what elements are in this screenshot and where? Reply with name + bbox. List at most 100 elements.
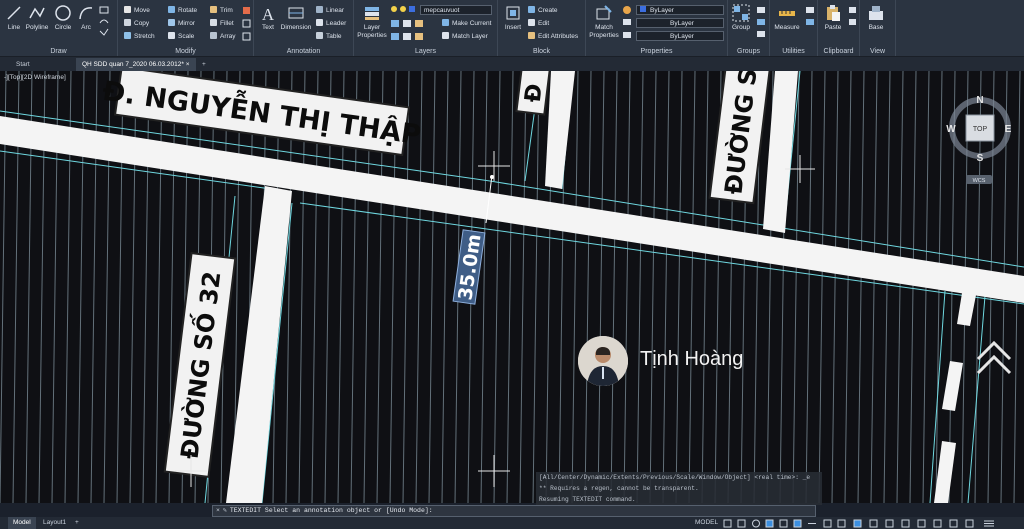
- color-dropdown[interactable]: ByLayer: [636, 5, 724, 15]
- compass-south[interactable]: S: [977, 153, 984, 164]
- table-icon: [316, 32, 323, 39]
- layer-state-icons: [391, 6, 415, 12]
- leader-button[interactable]: Leader: [316, 19, 346, 29]
- polyline-icon: [29, 7, 45, 19]
- lineweight-dropdown[interactable]: ByLayer: [636, 31, 724, 41]
- match-layer-icon: [442, 32, 449, 39]
- parcel-hatch: [0, 71, 1021, 503]
- insert-button[interactable]: Insert: [501, 4, 525, 32]
- group-tools-icons[interactable]: [755, 5, 767, 41]
- drawing-canvas[interactable]: Đ. NGUYỄN THỊ THẬP ĐƯỜNG SỐ 32 ĐƯỜNG SỐ …: [0, 71, 1024, 503]
- compass-west[interactable]: W: [946, 124, 956, 135]
- add-layout-button[interactable]: +: [70, 517, 84, 529]
- tab-model[interactable]: Model: [8, 517, 36, 529]
- viewcube[interactable]: TOP N S E W WCS: [946, 95, 1012, 184]
- table-button[interactable]: Table: [316, 32, 342, 42]
- command-history-line: Resuming TEXTEDIT command.: [539, 496, 636, 503]
- base-button[interactable]: Base: [864, 4, 888, 32]
- mirror-button[interactable]: Mirror: [168, 19, 195, 29]
- clipboard-tools-icons[interactable]: [848, 5, 858, 29]
- street-label-d[interactable]: Đ: [515, 71, 554, 116]
- panel-view: Base View: [860, 0, 896, 56]
- create-icon: [528, 6, 535, 13]
- fillet-button[interactable]: Fillet: [210, 19, 234, 29]
- tab-drawing[interactable]: QH SDD quan 7_2020 06.03.2012* ×: [76, 58, 196, 71]
- edit-attributes-button[interactable]: Edit Attributes: [528, 32, 578, 42]
- wcs-menu[interactable]: WCS: [973, 178, 986, 184]
- ribbon: Line Polyline Circle Arc Draw Move Rotat…: [0, 0, 1024, 57]
- group-button[interactable]: Group: [730, 4, 752, 32]
- draw-tools-icon[interactable]: [98, 5, 116, 37]
- copy-icon: [124, 19, 131, 26]
- street-label-duong-so-32[interactable]: ĐƯỜNG SỐ 32: [163, 252, 237, 478]
- layer-dropdown[interactable]: mepcauvuot: [420, 5, 492, 15]
- utility-tools-icons[interactable]: [804, 5, 816, 41]
- close-command-icon[interactable]: ×: [213, 507, 223, 514]
- presenter-avatar: [578, 336, 628, 386]
- move-button[interactable]: Move: [124, 6, 150, 16]
- edit-block-button[interactable]: Edit: [528, 19, 549, 29]
- panel-groups: Group Groups: [728, 0, 770, 56]
- presenter-name: Tịnh Hoàng: [640, 348, 744, 370]
- navigation-bar-icon[interactable]: [976, 340, 1012, 375]
- model-space-toggle[interactable]: MODEL: [690, 517, 723, 529]
- arc-button[interactable]: Arc: [76, 4, 96, 32]
- tab-start[interactable]: Start: [10, 58, 36, 71]
- presenter-overlay: Tịnh Hoàng: [578, 336, 828, 386]
- compass-east[interactable]: E: [1005, 124, 1012, 135]
- make-current-icon: [442, 19, 449, 26]
- make-current-button[interactable]: Make Current: [442, 19, 491, 29]
- dimension-text[interactable]: 35.0m: [454, 233, 485, 302]
- status-toggle-icons[interactable]: [722, 519, 1022, 528]
- dimension-button[interactable]: Dimension: [280, 4, 312, 32]
- match-properties-icon: [596, 5, 612, 20]
- close-tab-icon[interactable]: ×: [186, 61, 190, 68]
- compass-north[interactable]: N: [976, 95, 983, 106]
- polyline-button[interactable]: Polyline: [23, 4, 51, 32]
- wrench-icon[interactable]: ✎: [223, 507, 230, 514]
- leader-icon: [316, 19, 323, 26]
- match-layer-button[interactable]: Match Layer: [442, 32, 488, 42]
- circle-icon: [55, 5, 71, 21]
- panel-layers: Layer Properties mepcauvuot Make Current…: [354, 0, 498, 56]
- panel-modify: Move Rotate Trim Copy Mirror Fillet Stre…: [118, 0, 254, 56]
- match-properties-button[interactable]: Match Properties: [589, 4, 619, 40]
- measure-button[interactable]: Measure: [772, 4, 802, 32]
- command-line[interactable]: × ✎ TEXTEDIT Select an annotation object o…: [212, 505, 816, 517]
- street-label-duong-so[interactable]: ĐƯỜNG SỐ: [708, 71, 774, 205]
- drawing-viewport[interactable]: Đ. NGUYỄN THỊ THẬP ĐƯỜNG SỐ 32 ĐƯỜNG SỐ …: [0, 71, 1024, 503]
- panel-properties: Match Properties ByLayer ByLayer ByLayer…: [586, 0, 728, 56]
- create-block-button[interactable]: Create: [528, 6, 558, 16]
- stretch-button[interactable]: Stretch: [124, 32, 155, 42]
- command-history-line: ** Requires a regen, cannot be transpare…: [539, 485, 699, 492]
- rotate-button[interactable]: Rotate: [168, 6, 197, 16]
- text-button[interactable]: A Text: [258, 4, 278, 32]
- linear-button[interactable]: Linear: [316, 6, 344, 16]
- viewport-controls-label[interactable]: -][Top][2D Wireframe]: [4, 74, 66, 81]
- circle-button[interactable]: Circle: [52, 4, 74, 32]
- stretch-icon: [124, 32, 131, 39]
- panel-draw: Line Polyline Circle Arc Draw: [0, 0, 118, 56]
- array-button[interactable]: Array: [210, 32, 236, 42]
- linear-icon: [316, 6, 323, 13]
- line-icon: [7, 6, 21, 20]
- panel-annotation: A Text Dimension Linear Leader Table Ann…: [254, 0, 354, 56]
- command-prompt[interactable]: TEXTEDIT Select an annotation object or …: [230, 507, 433, 514]
- layer-tools-icons[interactable]: [390, 19, 450, 43]
- paste-button[interactable]: Paste: [821, 4, 845, 32]
- scale-icon: [168, 32, 175, 39]
- command-history-line: [All/Center/Dynamic/Extents/Previous/Sca…: [539, 474, 811, 481]
- trim-button[interactable]: Trim: [210, 6, 233, 16]
- viewcube-top-face[interactable]: TOP: [973, 126, 988, 133]
- line-button[interactable]: Line: [3, 4, 25, 32]
- layer-properties-button[interactable]: Layer Properties: [357, 4, 387, 40]
- street-label-4-text: Đ: [521, 82, 548, 103]
- scale-button[interactable]: Scale: [168, 32, 194, 42]
- modify-extra-icon[interactable]: [242, 5, 252, 41]
- mirror-icon: [168, 19, 175, 26]
- tab-layout1[interactable]: Layout1: [38, 517, 71, 529]
- rotate-icon: [168, 6, 175, 13]
- linetype-dropdown[interactable]: ByLayer: [636, 18, 724, 28]
- new-tab-button[interactable]: +: [196, 58, 212, 71]
- copy-button[interactable]: Copy: [124, 19, 149, 29]
